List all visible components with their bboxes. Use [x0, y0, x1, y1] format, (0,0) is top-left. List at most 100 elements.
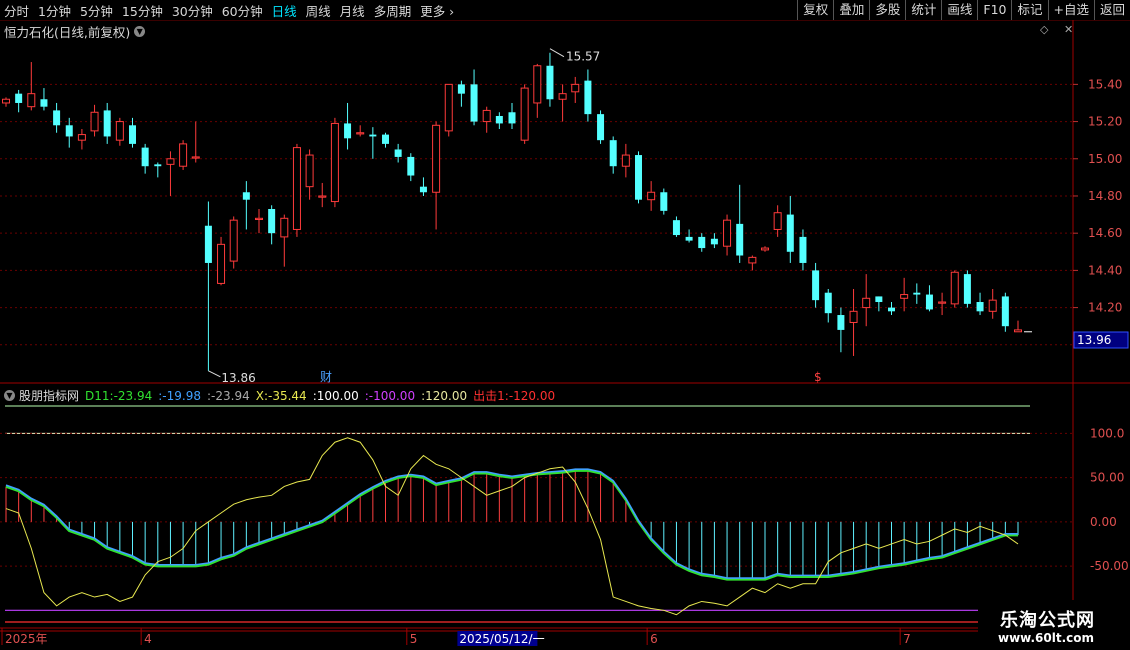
candle-body-down [103, 110, 111, 137]
candle-body-down [584, 80, 592, 115]
candle-body-down [597, 114, 605, 141]
main-chart-header: 恒力石化(日线,前复权) ▼ [4, 22, 146, 41]
current-price-label: 13.96 [1077, 333, 1111, 347]
price-tick-label: 14.80 [1088, 189, 1122, 203]
candle-body-down [698, 236, 706, 249]
candle-body-up [621, 154, 630, 167]
candle-body-down [963, 274, 971, 304]
time-label: 7 [903, 632, 911, 646]
chevron-down-icon[interactable]: ▼ [4, 390, 15, 401]
candle-body-down [53, 110, 61, 126]
price-tick-label: 15.20 [1088, 115, 1122, 129]
value-3: :-23.94 [207, 388, 250, 403]
candle-body-up [773, 212, 782, 230]
candle-body-down [609, 140, 617, 167]
candle-body-down [660, 192, 668, 211]
candle-body-up [318, 195, 327, 198]
candle-body-up [115, 121, 124, 141]
candle-body-down [154, 164, 162, 167]
candle-body-up [255, 217, 263, 221]
candle-body-down [495, 115, 503, 124]
candle-body-up [90, 111, 99, 132]
value-2: :-19.98 [158, 388, 201, 403]
candle-body-up [558, 93, 567, 100]
candle-body-down [369, 134, 377, 137]
close-icon[interactable]: ✕ [1064, 23, 1073, 36]
candle-body-down [268, 209, 276, 234]
candle-body-down [888, 307, 895, 312]
candle-body-up [1014, 329, 1022, 333]
indicator-header: ▼ 股朋指标网 D11:-23.94 :-19.98 :-23.94 X:-35… [4, 387, 561, 404]
d11-value: D11:-23.94 [85, 388, 153, 403]
candle-body-down [710, 238, 718, 245]
time-label: 6 [650, 632, 658, 646]
candle-body-up [280, 217, 289, 238]
candle-body-down [344, 123, 352, 139]
time-label: 4 [144, 632, 152, 646]
candle-body-up [988, 299, 997, 312]
candle-body-down [141, 147, 149, 167]
candle-body-down [419, 186, 427, 193]
candle-body-up [571, 83, 580, 93]
finance-marker: 财 [320, 370, 332, 384]
time-label: 5 [410, 632, 418, 646]
candle-body-up [533, 65, 542, 104]
exit-value: 出击1:-120.00 [473, 389, 556, 403]
candle-body-down [394, 149, 402, 157]
candle-body-up [166, 158, 175, 165]
candle-body-down [242, 192, 250, 200]
candle-body-down [457, 84, 465, 94]
candle-body-down [407, 156, 415, 176]
candle-body-up [849, 310, 858, 323]
candle-body-up [305, 154, 314, 188]
candle-body-up [191, 156, 200, 159]
candle-body-down [837, 315, 845, 330]
candle-body-up [217, 243, 226, 284]
diamond-icon[interactable]: ◇ [1040, 23, 1048, 36]
ind-tick-label: 100.0 [1090, 426, 1124, 440]
indicator-name[interactable]: 股朋指标网 [19, 387, 79, 404]
logo-title: 乐淘公式网 [1000, 610, 1095, 631]
value-4: :100.00 [312, 388, 359, 403]
price-tick-label: 15.00 [1088, 152, 1122, 166]
candle-body-up [229, 219, 238, 262]
candle-body-down [65, 125, 73, 137]
ind-tick-label: 50.00 [1090, 471, 1124, 485]
low-pointer [208, 370, 221, 378]
candle-body-down [736, 223, 744, 256]
candle-body-down [40, 99, 48, 107]
stock-chart[interactable]: 15.40 15.20 15.00 14.80 14.60 14.40 14.20 15.57… [0, 0, 1130, 650]
candle-body-down [685, 236, 693, 241]
x-value: X:-35.44 [255, 388, 307, 403]
stock-title: 恒力石化(日线,前复权) [4, 25, 131, 40]
chevron-down-icon[interactable]: ▼ [134, 26, 146, 37]
candle-body-down [129, 125, 136, 144]
price-tick-label: 14.60 [1088, 226, 1122, 240]
candle-body-down [470, 84, 478, 122]
candle-body-up [938, 301, 947, 304]
candle-body-up [27, 93, 36, 108]
candle-body-up [482, 109, 491, 123]
candle-body-up [2, 98, 10, 104]
high-label: 15.57 [566, 50, 600, 64]
candle-body-down [799, 236, 807, 263]
watermark-logo: 乐淘公式网 www.60lt.com [978, 600, 1130, 650]
candle-body-up [862, 297, 871, 309]
ind-tick-label: -50.00 [1090, 559, 1129, 573]
candle-body-up [723, 219, 732, 247]
low-label: 13.86 [221, 371, 255, 385]
candle-body-up [330, 122, 339, 203]
candle-body-down [546, 65, 554, 100]
candle-body-down [672, 220, 680, 236]
time-label: 2025年 [5, 632, 48, 646]
logo-url: www.60lt.com [998, 631, 1095, 645]
candle-body-down [913, 292, 921, 295]
candle-body-down [812, 270, 820, 301]
candle-body-up [432, 124, 441, 193]
chart-corner-icons: ◇ ✕ [1040, 23, 1073, 36]
candle-body-down [786, 214, 794, 252]
candle-body-down [635, 155, 642, 200]
candle-body-down [824, 292, 832, 314]
candle-body-down [508, 112, 516, 124]
candle-body-up [292, 147, 301, 230]
